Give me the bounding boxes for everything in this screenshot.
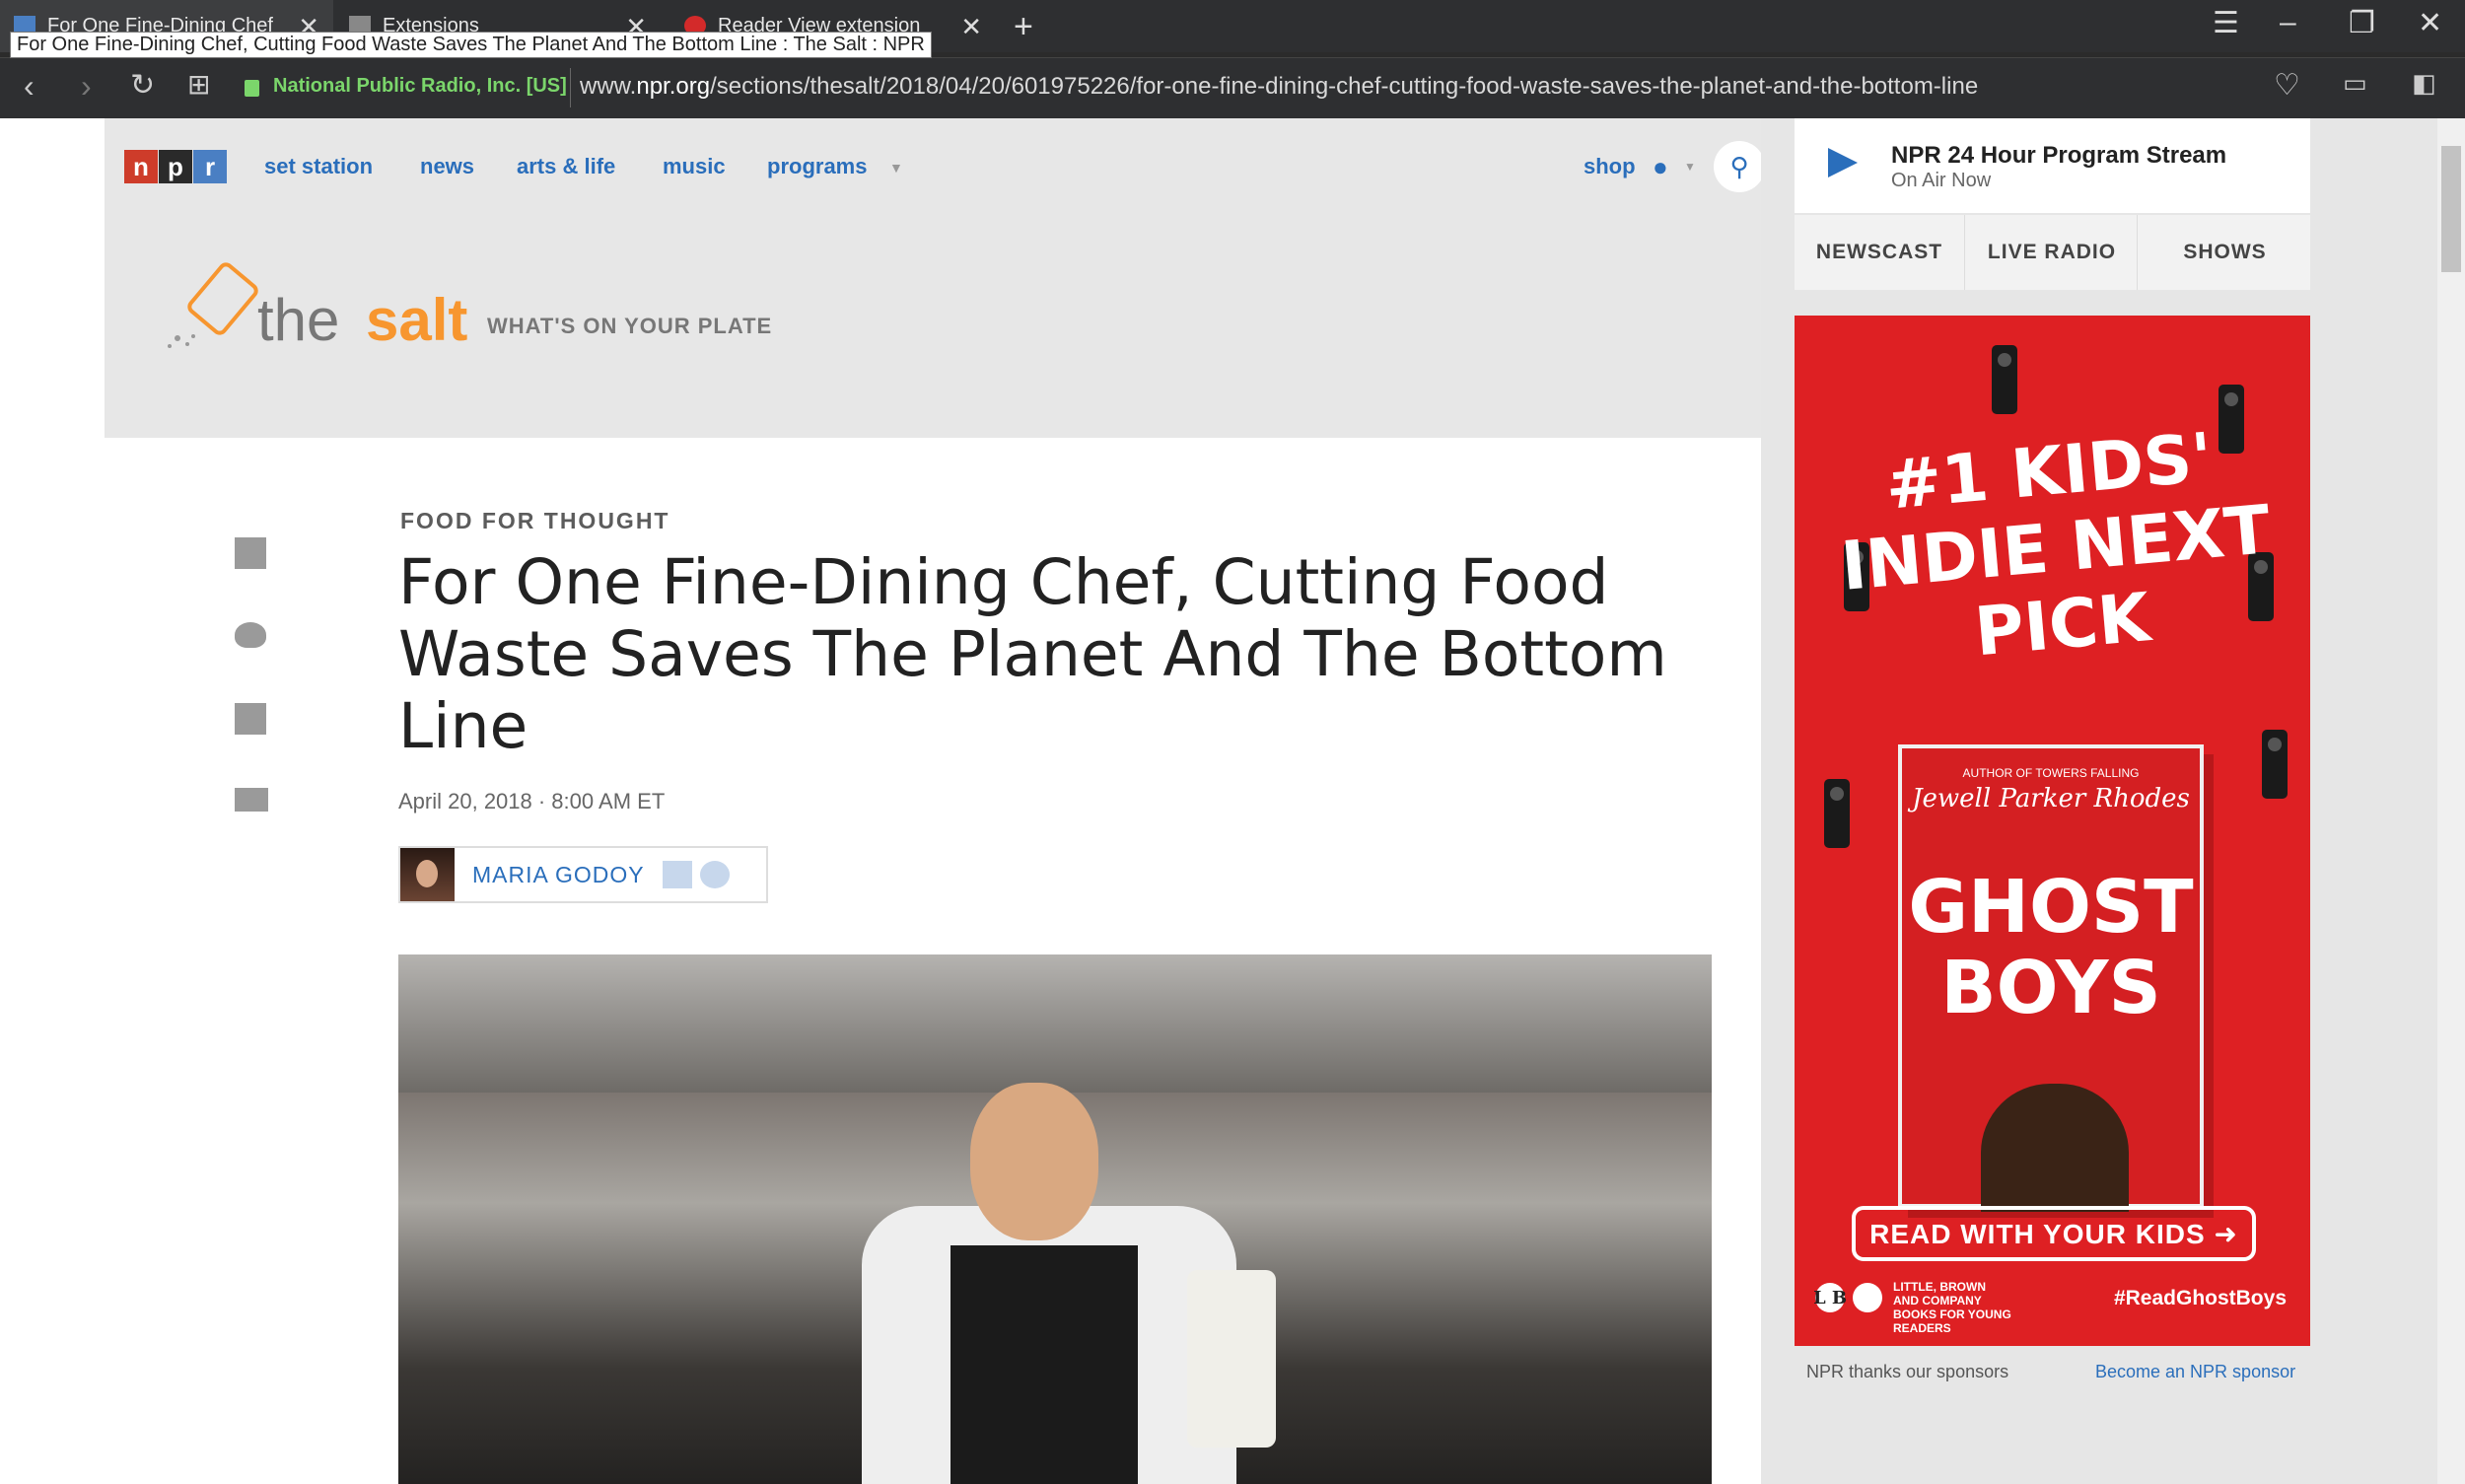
new-tab-icon[interactable]: + xyxy=(1014,8,1033,46)
book-cover-art xyxy=(1981,1084,2129,1212)
url-path: /sections/thesalt/2018/04/20/601975226/f… xyxy=(710,73,1979,100)
nav-programs[interactable]: programs xyxy=(767,154,867,179)
web-viewport: n p r set station news arts & life music… xyxy=(0,118,2465,1484)
author-name[interactable]: MARIA GODOY xyxy=(472,862,645,888)
stream-title: NPR 24 Hour Program Stream xyxy=(1891,142,2227,169)
kitchen-hood xyxy=(398,954,1712,1093)
book-title: GHOST BOYS xyxy=(1908,865,2194,1030)
ad-hashtag: #ReadGhostBoys xyxy=(2113,1287,2287,1309)
nav-music[interactable]: music xyxy=(663,154,726,179)
article-photo xyxy=(398,954,1712,1484)
ad-headline: #1 KIDS' INDIE NEXT PICK xyxy=(1838,418,2274,672)
publisher-name: LITTLE, BROWN AND COMPANY BOOKS FOR YOUN… xyxy=(1893,1280,2011,1335)
article-date: April 20, 2018 · 8:00 AM ET xyxy=(398,789,666,813)
facebook-icon[interactable] xyxy=(235,537,266,569)
book-cover: AUTHOR OF TOWERS FALLING Jewell Parker R… xyxy=(1898,744,2204,1212)
flipboard-icon[interactable] xyxy=(235,703,266,735)
url-prefix: www. xyxy=(580,73,637,100)
scrollbar-thumb[interactable] xyxy=(2441,146,2461,272)
reader-icon[interactable]: ▭ xyxy=(2343,68,2367,99)
logo-r: r xyxy=(193,150,227,183)
salt-tagline: WHAT'S ON YOUR PLATE xyxy=(487,314,773,338)
user-icon[interactable]: ● xyxy=(1653,152,1668,182)
security-badge[interactable]: National Public Radio, Inc. [US] xyxy=(245,75,567,98)
scrollbar[interactable] xyxy=(2437,118,2465,1484)
sponsor-thanks: NPR thanks our sponsors xyxy=(1806,1362,2009,1381)
publisher-logo: L B xyxy=(1814,1283,1882,1312)
chevron-down-icon[interactable]: ▼ xyxy=(889,160,903,176)
kitchen-towel xyxy=(1187,1270,1276,1448)
restore-icon[interactable]: ❐ xyxy=(2349,6,2375,40)
traffic-light-icon xyxy=(1824,779,1850,848)
article-kicker[interactable]: FOOD FOR THOUGHT xyxy=(400,508,669,534)
publisher: L B LITTLE, BROWN AND COMPANY BOOKS FOR … xyxy=(1814,1280,2011,1335)
book-author-line: AUTHOR OF TOWERS FALLING xyxy=(1962,766,2140,780)
url-domain: npr.org xyxy=(636,73,711,100)
npr-page: n p r set station news arts & life music… xyxy=(105,118,1765,1484)
salt-logo-the: the xyxy=(257,287,340,353)
avatar[interactable] xyxy=(400,848,455,901)
book-author: Jewell Parker Rhodes xyxy=(1912,784,2190,813)
play-icon[interactable] xyxy=(1828,148,1858,177)
heart-icon[interactable]: ♡ xyxy=(2274,68,2300,103)
chef-apron xyxy=(951,1245,1138,1484)
nav-shop[interactable]: shop xyxy=(1584,154,1636,179)
speed-dial-icon[interactable]: ⊞ xyxy=(187,68,210,101)
npr-nav: n p r set station news arts & life music… xyxy=(105,118,1765,215)
security-label: National Public Radio, Inc. [US] xyxy=(273,75,567,97)
radio-tabs: NEWSCAST LIVE RADIO SHOWS xyxy=(1795,215,2310,290)
author-twitter-icon[interactable] xyxy=(699,861,730,888)
email-icon[interactable] xyxy=(235,788,268,812)
reload-icon[interactable]: ↻ xyxy=(130,68,155,103)
author-byline: MARIA GODOY xyxy=(398,846,768,903)
minimize-icon[interactable]: – xyxy=(2280,6,2296,39)
traffic-light-icon xyxy=(2262,730,2288,799)
chef-head xyxy=(970,1083,1098,1240)
nav-set-station[interactable]: set station xyxy=(264,154,373,179)
nav-news[interactable]: news xyxy=(420,154,474,179)
traffic-light-icon xyxy=(1992,345,2017,414)
close-window-icon[interactable]: ✕ xyxy=(2418,6,2442,40)
close-tab-icon[interactable]: ✕ xyxy=(960,12,982,42)
twitter-icon[interactable] xyxy=(235,622,266,648)
article-headline: For One Fine-Dining Chef, Cutting Food W… xyxy=(398,546,1667,762)
salt-shaker-icon xyxy=(168,262,258,348)
right-column: NPR 24 Hour Program Stream On Air Now NE… xyxy=(1761,118,2437,1484)
logo-n: n xyxy=(124,150,158,183)
the-salt-banner: the salt WHAT'S ON YOUR PLATE xyxy=(105,215,1761,438)
forward-icon[interactable]: › xyxy=(81,68,92,105)
sidebar-toggle-icon[interactable]: ◧ xyxy=(2412,68,2436,99)
npr-logo[interactable]: n p r xyxy=(124,150,228,183)
sponsor-ad[interactable]: #1 KIDS' INDIE NEXT PICK AUTHOR OF TOWER… xyxy=(1795,316,2310,1346)
stream-card[interactable]: NPR 24 Hour Program Stream On Air Now xyxy=(1795,118,2310,213)
url-field[interactable]: www.npr.org/sections/thesalt/2018/04/20/… xyxy=(580,73,1978,101)
lock-icon xyxy=(245,80,259,97)
nav-arts-life[interactable]: arts & life xyxy=(517,154,615,179)
tab-newscast[interactable]: NEWSCAST xyxy=(1795,215,1965,290)
logo-p: p xyxy=(159,150,192,183)
search-icon[interactable]: ⚲ xyxy=(1714,141,1765,192)
back-icon[interactable]: ‹ xyxy=(24,68,35,105)
tab-live-radio[interactable]: LIVE RADIO xyxy=(1967,215,2138,290)
read-with-your-kids-button[interactable]: READ WITH YOUR KIDS ➜ xyxy=(1852,1206,2256,1261)
page-gutter xyxy=(0,118,105,1484)
tab-shows[interactable]: SHOWS xyxy=(2140,215,2310,290)
author-facebook-icon[interactable] xyxy=(662,861,692,888)
url-divider xyxy=(570,68,571,107)
user-chevron-icon[interactable]: ▼ xyxy=(1684,160,1696,174)
svg-text:L B: L B xyxy=(1814,1288,1847,1308)
become-sponsor-link[interactable]: Become an NPR sponsor xyxy=(2095,1362,2295,1382)
tab-tooltip: For One Fine-Dining Chef, Cutting Food W… xyxy=(10,32,932,58)
tab-menu-icon[interactable]: ☰ xyxy=(2213,6,2239,40)
stream-subtitle: On Air Now xyxy=(1891,170,1992,191)
salt-logo-salt: salt xyxy=(366,287,468,353)
address-bar: ‹ › ↻ ⊞ National Public Radio, Inc. [US]… xyxy=(0,57,2465,118)
